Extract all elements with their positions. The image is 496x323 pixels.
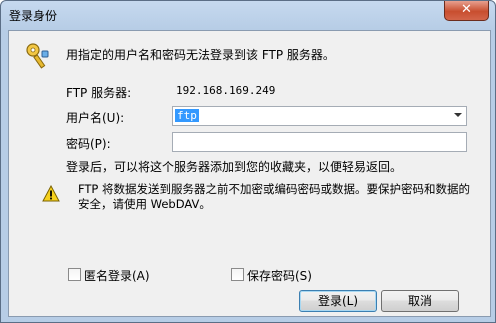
save-password-checkbox[interactable] (231, 268, 244, 281)
login-dialog-window: 登录身份 ✕ 用指定的用户名和密码无法登录到该 FTP 服务器。 FTP 服务器… (0, 0, 496, 323)
anonymous-label[interactable]: 匿名登录(A) (84, 267, 150, 284)
save-password-label[interactable]: 保存密码(S) (247, 267, 312, 284)
username-value[interactable]: ftp (175, 109, 199, 122)
username-combobox[interactable]: ftp (172, 106, 467, 126)
cancel-button[interactable]: 取消 (381, 290, 459, 312)
password-label: 密码(P): (66, 137, 111, 151)
server-address: 192.168.169.249 (176, 84, 276, 97)
warning-icon (42, 185, 60, 202)
close-icon: ✕ (461, 2, 472, 17)
chevron-down-icon[interactable] (454, 113, 462, 117)
close-button[interactable]: ✕ (444, 1, 489, 21)
key-icon (26, 43, 49, 69)
password-field[interactable] (172, 132, 467, 152)
title-bar[interactable]: 登录身份 ✕ (1, 1, 495, 29)
window-title: 登录身份 (9, 9, 58, 23)
dialog-content: 用指定的用户名和密码无法登录到该 FTP 服务器。 FTP 服务器: 192.1… (8, 30, 491, 317)
server-label: FTP 服务器: (66, 86, 132, 100)
favorites-hint: 登录后，可以将这个服务器添加到您的收藏夹，以便轻易返回。 (66, 160, 403, 174)
security-warning: FTP 将数据发送到服务器之前不加密或编码密码或数据。要保护密码和数据的安全，请… (78, 182, 471, 211)
login-button[interactable]: 登录(L) (299, 290, 377, 312)
anonymous-checkbox[interactable] (68, 268, 81, 281)
intro-text: 用指定的用户名和密码无法登录到该 FTP 服务器。 (66, 48, 335, 62)
username-label: 用户名(U): (66, 111, 125, 125)
